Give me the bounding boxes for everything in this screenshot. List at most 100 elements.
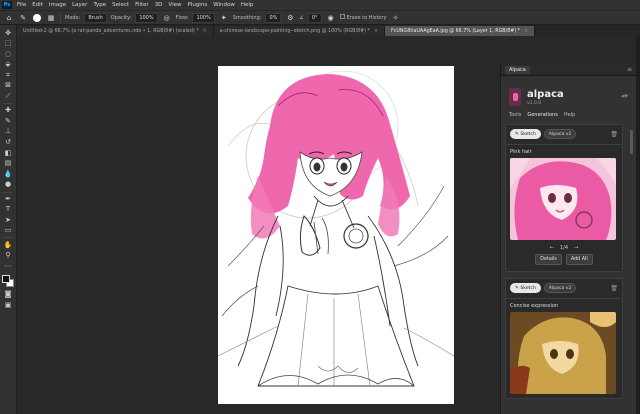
close-icon[interactable]: × — [203, 29, 207, 34]
nav-generations[interactable]: Generations — [527, 112, 558, 118]
nav-tools[interactable]: Tools — [509, 112, 521, 118]
sketch-artwork — [218, 70, 454, 387]
erase-to-history-checkbox[interactable]: Erase to History — [339, 14, 387, 21]
menu-type[interactable]: Type — [90, 2, 109, 8]
pen-tool-icon[interactable]: ✒ — [3, 195, 14, 203]
frame-tool-icon[interactable]: ⊠ — [3, 82, 14, 90]
next-arrow-icon[interactable]: → — [574, 245, 578, 251]
menu-3d[interactable]: 3D — [152, 2, 166, 8]
close-icon[interactable]: × — [524, 29, 528, 34]
details-button[interactable]: Details — [535, 254, 562, 265]
menu-plugins[interactable]: Plugins — [184, 2, 210, 8]
healing-brush-tool-icon[interactable]: ✚ — [3, 107, 14, 115]
tool-options-bar: ⌂ ✎ ▦ Mode: Brush Opacity: 100% ◎ Flow: … — [0, 10, 640, 25]
card-actions: Details Add All — [510, 254, 618, 267]
zoom-tool-icon[interactable]: ⚲ — [3, 252, 14, 260]
divider — [3, 237, 13, 239]
menu-edit[interactable]: Edit — [29, 2, 46, 8]
document-canvas[interactable] — [218, 66, 454, 404]
photoshop-logo-icon: Ps — [2, 1, 12, 9]
sketch-mode-chip[interactable]: ✎ Sketch — [510, 283, 541, 293]
color-swatches[interactable] — [1, 274, 15, 288]
hand-tool-icon[interactable]: ✋ — [3, 241, 14, 249]
foreground-color-swatch[interactable] — [1, 274, 10, 283]
smoothing-input[interactable]: 0% — [265, 12, 282, 23]
menu-help[interactable]: Help — [238, 2, 257, 8]
generation-card: ✎ Sketch Alpaca v2 🗑 Concise expression — [505, 278, 623, 399]
screen-mode-icon[interactable]: ▣ — [3, 301, 14, 309]
menu-view[interactable]: View — [165, 2, 184, 8]
trash-icon[interactable]: 🗑 — [610, 131, 618, 138]
gradient-tool-icon[interactable]: ▤ — [3, 160, 14, 168]
previous-arrow-icon[interactable]: ← — [550, 245, 554, 251]
type-tool-icon[interactable]: T — [3, 206, 14, 214]
generated-image-thumbnail[interactable] — [510, 312, 616, 394]
divider — [60, 12, 61, 23]
pager-count: 1/4 — [559, 245, 569, 251]
mode-select[interactable]: Brush — [84, 12, 107, 23]
rectangle-tool-icon[interactable]: ▭ — [3, 227, 14, 235]
doc-tab-1[interactable]: Untitled-2 @ 66.7% (a rat-panda_adventur… — [17, 26, 214, 36]
menu-filter[interactable]: Filter — [132, 2, 152, 8]
panel-scrollbar[interactable] — [630, 130, 633, 154]
prompt-title: Pink hair — [510, 149, 532, 155]
menu-window[interactable]: Window — [210, 2, 238, 8]
panel-tab-alpaca[interactable]: Alpaca — [505, 65, 530, 74]
generated-image-thumbnail[interactable] — [510, 158, 616, 240]
prompt-title: Concise expression — [510, 303, 559, 309]
menu-select[interactable]: Select — [109, 2, 132, 8]
concise-expression-result-image — [510, 312, 616, 394]
divider — [3, 191, 13, 193]
eraser-tool-icon[interactable]: ✎ — [18, 13, 28, 23]
brush-preset-picker[interactable] — [32, 13, 42, 23]
panel-menu-icon[interactable]: ≡ — [627, 66, 632, 73]
eraser-tool-icon[interactable]: ◧ — [3, 149, 14, 157]
pressure-size-icon[interactable]: ◉ — [326, 13, 336, 23]
brush-settings-icon[interactable]: ▦ — [46, 13, 56, 23]
history-brush-tool-icon[interactable]: ↺ — [3, 139, 14, 147]
nav-help[interactable]: Help — [564, 112, 575, 118]
menu-bar: Ps File Edit Image Layer Type Select Fil… — [0, 0, 640, 10]
alpaca-plugin-panel: Alpaca ≡ alpaca v1.0.0 ◂▾ Tools Generati… — [500, 64, 636, 414]
generation-card: ✎ Sketch Alpaca v2 🗑 Pink hair ← 1/4 → D… — [505, 124, 623, 272]
opacity-label: Opacity: — [110, 14, 132, 21]
clone-stamp-tool-icon[interactable]: ⊥ — [3, 128, 14, 136]
object-select-tool-icon[interactable]: ⬙ — [3, 61, 14, 69]
close-icon[interactable]: × — [374, 29, 378, 34]
document-tabs: Untitled-2 @ 66.7% (a rat-panda_adventur… — [17, 25, 640, 36]
doc-tab-3[interactable]: FcUNG8tiaUAAgEaA.jpg @ 66.7% (Layer 1, R… — [384, 26, 536, 36]
gear-icon[interactable]: ⚙ — [285, 13, 295, 23]
eyedropper-tool-icon[interactable]: ⟋ — [3, 93, 14, 101]
blur-tool-icon[interactable]: 💧 — [3, 170, 14, 178]
symmetry-icon[interactable]: ✧ — [391, 13, 401, 23]
menu-file[interactable]: File — [14, 2, 29, 8]
card-header: ✎ Sketch Alpaca v2 🗑 — [510, 129, 618, 139]
user-menu-icon[interactable]: ◂▾ — [621, 92, 628, 100]
move-tool-icon[interactable]: ✥ — [3, 29, 14, 37]
path-select-tool-icon[interactable]: ➤ — [3, 216, 14, 224]
canvas-workspace[interactable] — [17, 36, 500, 414]
brush-tool-icon[interactable]: ✎ — [3, 117, 14, 125]
angle-input[interactable]: 0° — [307, 12, 322, 23]
crop-tool-icon[interactable]: ⌗ — [3, 71, 14, 79]
menu-layer[interactable]: Layer — [69, 2, 90, 8]
trash-icon[interactable]: 🗑 — [610, 285, 618, 292]
add-all-button[interactable]: Add All — [565, 254, 593, 265]
sketch-mode-chip[interactable]: ✎ Sketch — [510, 129, 541, 139]
doc-tab-2[interactable]: a-chinese-landscape-painting--sketch.png… — [213, 26, 385, 36]
home-icon[interactable]: ⌂ — [4, 13, 14, 23]
quick-mask-icon[interactable]: ◙ — [3, 290, 14, 298]
more-tools-icon[interactable]: ⋯ — [3, 262, 14, 270]
lasso-tool-icon[interactable]: ◌ — [3, 50, 14, 58]
pressure-opacity-icon[interactable]: ◎ — [162, 13, 172, 23]
dodge-tool-icon[interactable]: ● — [3, 181, 14, 189]
flow-input[interactable]: 100% — [192, 12, 215, 23]
menu-image[interactable]: Image — [46, 2, 69, 8]
airbrush-icon[interactable]: ✦ — [219, 13, 229, 23]
doc-tab-label: FcUNG8tiaUAAgEaA.jpg @ 66.7% (Layer 1, R… — [390, 28, 521, 34]
opacity-input[interactable]: 100% — [135, 12, 158, 23]
model-chip[interactable]: Alpaca v2 — [543, 283, 577, 293]
marquee-tool-icon[interactable]: ⬚ — [3, 40, 14, 48]
model-chip[interactable]: Alpaca v2 — [543, 129, 577, 139]
angle-icon: ∠ — [299, 14, 304, 21]
